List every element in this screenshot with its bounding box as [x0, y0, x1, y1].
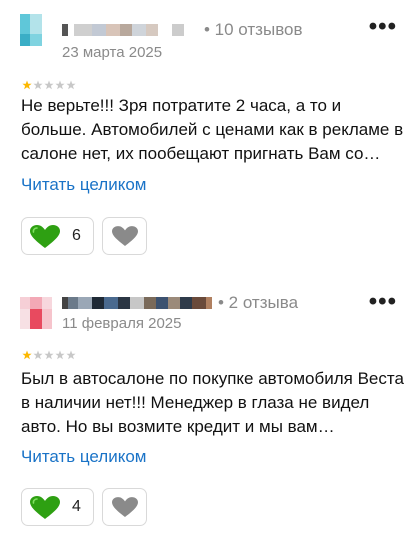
green-heart-icon	[30, 225, 60, 248]
star-icon	[66, 80, 76, 90]
avatar[interactable]	[20, 297, 52, 329]
more-options-icon[interactable]: •••	[369, 290, 397, 314]
more-options-icon[interactable]: •••	[369, 15, 397, 39]
review-count: • 10 отзывов	[204, 20, 303, 39]
review-date: 23 марта 2025	[62, 44, 163, 61]
star-icon	[55, 350, 65, 360]
like-count: 4	[72, 498, 81, 515]
green-heart-icon	[30, 496, 60, 519]
review-count: • 2 отзыва	[218, 293, 299, 312]
star-icon	[22, 80, 32, 90]
star-icon	[44, 350, 54, 360]
read-more-link[interactable]: Читать целиком	[21, 175, 147, 195]
dislike-button[interactable]	[102, 217, 147, 255]
review-card: • 10 отзывов 23 марта 2025 ••• Не верьте…	[0, 0, 419, 268]
star-icon	[44, 80, 54, 90]
like-count: 6	[72, 227, 81, 244]
star-icon	[55, 80, 65, 90]
star-rating	[22, 80, 76, 90]
like-button[interactable]: 4	[21, 488, 94, 526]
star-rating	[22, 350, 76, 360]
review-text: Был в автосалоне по покупке автомобиля В…	[21, 369, 404, 436]
review-card: • 2 отзыва 11 февраля 2025 ••• Был в авт…	[0, 287, 419, 537]
star-icon	[33, 80, 43, 90]
read-more-link[interactable]: Читать целиком	[21, 447, 147, 467]
dislike-button[interactable]	[102, 488, 147, 526]
review-date: 11 февраля 2025	[62, 315, 182, 332]
like-button[interactable]: 6	[21, 217, 94, 255]
star-icon	[66, 350, 76, 360]
review-text: Не верьте!!! Зря потратите 2 часа, а то …	[21, 96, 404, 163]
gray-heart-icon	[112, 497, 138, 518]
avatar[interactable]	[20, 14, 52, 46]
star-icon	[22, 350, 32, 360]
gray-heart-icon	[112, 226, 138, 247]
star-icon	[33, 350, 43, 360]
